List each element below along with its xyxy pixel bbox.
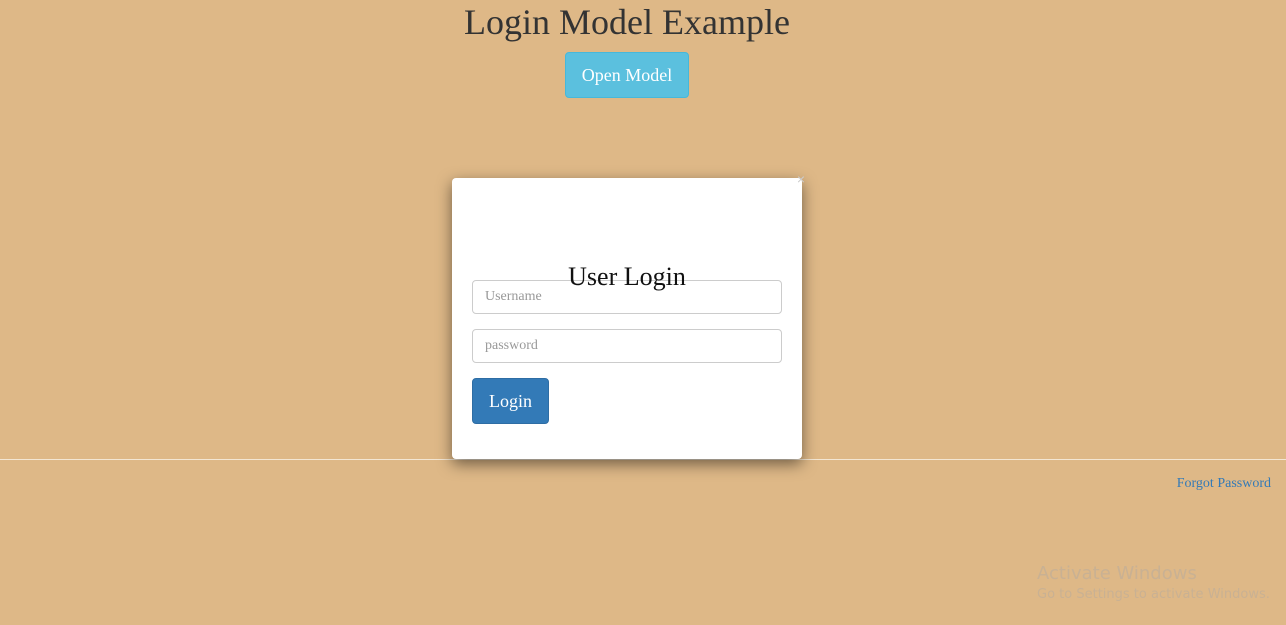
password-field[interactable] [472,329,782,363]
username-field[interactable] [472,280,782,314]
forgot-password-link[interactable]: Forgot Password [1177,476,1271,492]
watermark-title: Activate Windows [1037,563,1197,584]
close-icon[interactable]: × [797,172,805,186]
login-button[interactable]: Login [472,378,549,424]
login-modal: × User Login Login [452,172,805,459]
horizontal-divider [0,459,1286,460]
watermark-subtitle: Go to Settings to activate Windows. [1037,587,1270,602]
open-model-button[interactable]: Open Model [565,52,689,98]
page-title: Login Model Example [464,2,790,42]
activate-windows-watermark: Activate Windows Go to Settings to activ… [1037,563,1270,605]
